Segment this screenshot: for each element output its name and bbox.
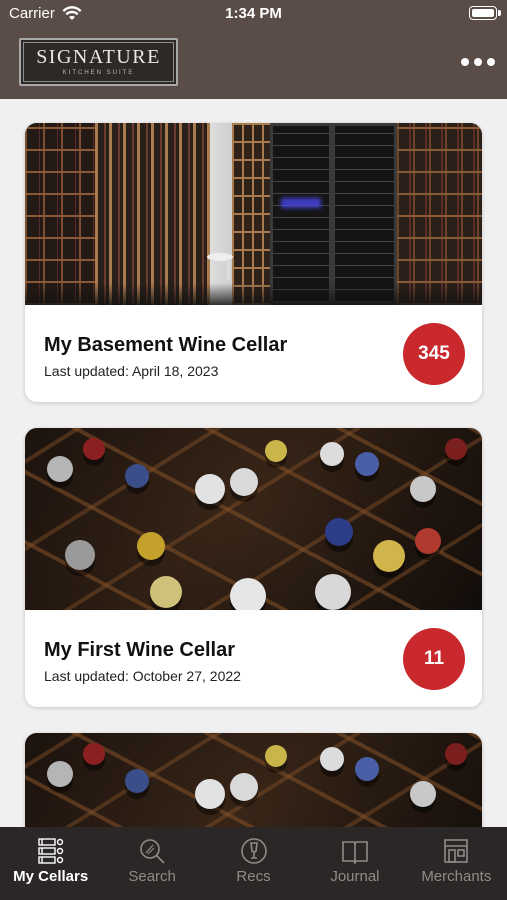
wine-rack xyxy=(397,123,482,305)
bottle-cap xyxy=(47,456,73,482)
search-icon xyxy=(140,839,165,864)
wine-rack xyxy=(232,123,272,305)
recs-icon xyxy=(240,838,267,864)
stool xyxy=(207,253,233,283)
stool-leg xyxy=(227,259,230,281)
bottle-cap xyxy=(445,438,467,460)
status-bar: Carrier 1:34 PM xyxy=(0,0,507,30)
bottle-cap xyxy=(415,528,441,554)
more-dot-icon xyxy=(474,58,482,66)
cellars-icon xyxy=(38,838,63,864)
cellar-info: My Basement Wine Cellar Last updated: Ap… xyxy=(25,305,482,402)
battery-icon xyxy=(469,6,497,20)
tab-label: Search xyxy=(128,868,176,885)
wine-fridge xyxy=(332,123,397,305)
cellar-updated: Last updated: April 18, 2023 xyxy=(44,363,219,379)
cellar-updated: Last updated: October 27, 2022 xyxy=(44,668,241,684)
cellar-name: My Basement Wine Cellar xyxy=(44,334,288,356)
bottle-cap xyxy=(315,574,351,610)
merchants-icon xyxy=(444,839,469,863)
cellar-card[interactable]: My Basement Wine Cellar Last updated: Ap… xyxy=(25,123,482,402)
more-dot-icon xyxy=(461,58,469,66)
cellar-list[interactable]: My Basement Wine Cellar Last updated: Ap… xyxy=(0,99,507,827)
bottle-cap xyxy=(355,757,379,781)
bottle-cap xyxy=(373,540,405,572)
bottle-cap xyxy=(47,761,73,787)
tab-label: My Cellars xyxy=(13,868,89,885)
bottle-cap xyxy=(230,468,258,496)
fridge-light xyxy=(281,198,321,208)
bottle-cap xyxy=(265,745,287,767)
app-screen: Carrier 1:34 PM SIGNATURE KITCHEN SUITE xyxy=(0,0,507,900)
wine-fridge xyxy=(270,123,332,305)
tab-my-cellars[interactable]: My Cellars xyxy=(0,827,101,900)
clock: 1:34 PM xyxy=(225,5,282,22)
signature-logo: SIGNATURE KITCHEN SUITE xyxy=(19,38,178,86)
bottle-cap xyxy=(320,747,344,771)
bottle-cap xyxy=(150,576,182,608)
stool-leg xyxy=(210,259,213,281)
bottle-cap xyxy=(125,464,149,488)
floor xyxy=(25,283,482,305)
bottle-count-badge: 11 xyxy=(403,628,465,690)
bottle-cap xyxy=(83,743,105,765)
more-options-button[interactable] xyxy=(461,52,495,72)
bottle-count-badge: 345 xyxy=(403,323,465,385)
tab-recs[interactable]: Recs xyxy=(203,827,304,900)
bottle-cap xyxy=(195,779,225,809)
bottle-cap xyxy=(65,540,95,570)
cellar-photo xyxy=(25,123,482,305)
tab-journal[interactable]: Journal xyxy=(304,827,405,900)
tab-label: Journal xyxy=(330,868,380,885)
bottle-cap xyxy=(83,438,105,460)
bottle-cap xyxy=(195,474,225,504)
cellar-card[interactable] xyxy=(25,733,482,827)
cellar-card[interactable]: My First Wine Cellar Last updated: Octob… xyxy=(25,428,482,707)
bottle-cap xyxy=(325,518,353,546)
bottle-cap xyxy=(410,476,436,502)
logo-subtitle: KITCHEN SUITE xyxy=(62,70,135,76)
bottle-cap xyxy=(230,773,258,801)
cellar-name: My First Wine Cellar xyxy=(44,639,235,661)
bottle-cap xyxy=(265,440,287,462)
journal-icon xyxy=(342,841,368,865)
header: Carrier 1:34 PM SIGNATURE KITCHEN SUITE xyxy=(0,0,507,99)
tab-search[interactable]: Search xyxy=(101,827,202,900)
battery-tip xyxy=(498,10,501,16)
more-dot-icon xyxy=(487,58,495,66)
bottle-cap xyxy=(445,743,467,765)
tab-bar: My Cellars Search Recs Journal Merchants xyxy=(0,827,507,900)
bottle-cap xyxy=(125,769,149,793)
bottle-cap xyxy=(410,781,436,807)
cellar-photo xyxy=(25,428,482,610)
bottle-cap xyxy=(355,452,379,476)
cellar-photo xyxy=(25,733,482,827)
bottle-cap xyxy=(320,442,344,466)
bottle-cap xyxy=(230,578,266,610)
cellar-info: My First Wine Cellar Last updated: Octob… xyxy=(25,610,482,707)
tab-label: Merchants xyxy=(421,868,492,885)
tab-label: Recs xyxy=(236,868,271,885)
wine-rack xyxy=(95,123,210,305)
bottle-cap xyxy=(137,532,165,560)
tab-merchants[interactable]: Merchants xyxy=(406,827,507,900)
wine-rack xyxy=(25,123,95,305)
logo-brand: SIGNATURE xyxy=(36,46,161,68)
